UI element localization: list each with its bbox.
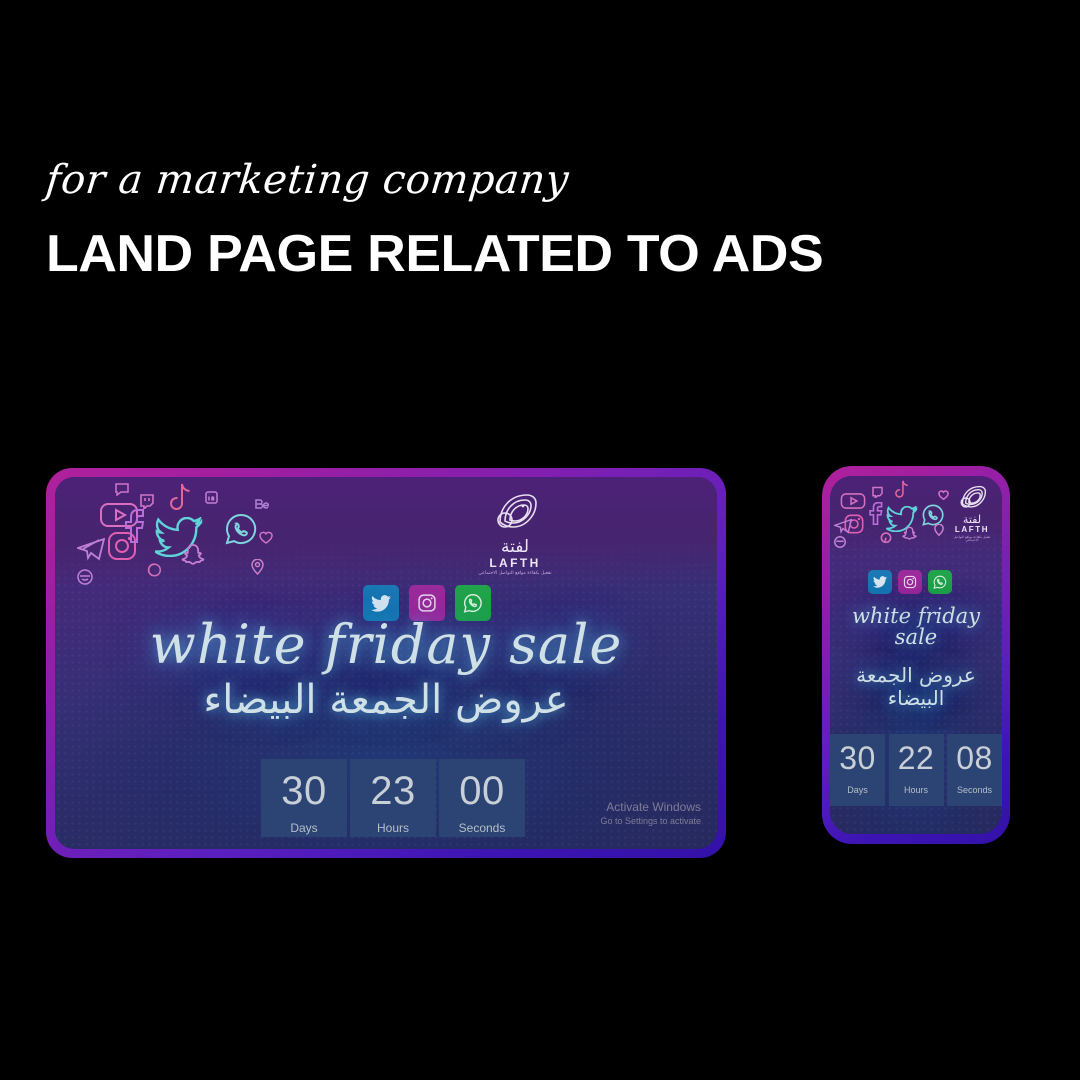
whatsapp-phone-icon [933,575,947,589]
reddit-icon [834,536,846,548]
countdown-seconds-value: 08 [956,740,993,776]
countdown-timer: 30 Days 23 Hours 00 Seconds [261,759,525,837]
snapchat-icon [902,526,917,540]
countdown-days-value: 30 [281,769,327,813]
whatsapp-button[interactable] [928,570,952,594]
snapchat-icon [181,544,205,565]
brand-arabic-name: لفتة [500,537,530,557]
desktop-header-band: لفتة LAFTH تفعيل بكفاءة مواقع التواصل ال… [55,477,717,587]
tiktok-icon [170,483,190,510]
countdown-seconds-label: Seconds [458,821,506,835]
instagram-button[interactable] [898,570,922,594]
watermark-subtitle: Go to Settings to activate [600,815,701,826]
windows-activation-watermark: Activate Windows Go to Settings to activ… [600,799,701,827]
countdown-seconds: 00 Seconds [439,759,525,837]
twitch-icon [872,486,883,498]
hero-headline-ar: عروض الجمعة البيضاء [203,677,569,723]
brand-logo-mobile: لفتة LAFTH تفعيل بكفاءة مواقع التواصل ال… [948,484,996,542]
swirl-wave-logo-icon [497,494,537,528]
hero-headline-en-mobile: white friday sale [851,604,981,650]
linkedin-icon [205,491,218,504]
poster-main-title: LAND PAGE RELATED TO ADS [46,225,824,283]
brand-tagline: تفعيل بكفاءة مواقع التواصل الاجتماعي [478,571,552,576]
countdown-hours-label: Hours [903,785,928,795]
desktop-screen: لفتة LAFTH تفعيل بكفاءة مواقع التواصل ال… [55,477,717,849]
social-doodle-background [55,477,717,587]
countdown-hours-label: Hours [376,821,409,835]
countdown-days: 30 Days [830,734,885,806]
reddit-icon [77,569,93,585]
countdown-days-label: Days [290,821,318,835]
whatsapp-phone-icon [463,593,482,613]
brand-latin-name: LAFTH [954,525,990,534]
countdown-hours: 23 Hours [350,759,436,837]
telegram-icon [77,537,105,561]
tiktok-icon [895,480,908,498]
countdown-hours-value: 23 [370,769,416,813]
swirl-wave-logo-icon [960,485,987,508]
watermark-title: Activate Windows [606,799,701,814]
behance-icon [255,499,269,509]
twitter-bird-icon [371,594,391,612]
facebook-icon [869,502,883,525]
brand-logo: لفتة LAFTH تفعيل بكفاءة مواقع التواصل ال… [477,491,553,577]
brand-arabic-name: لفتة [962,513,982,526]
youtube-icon [840,493,866,509]
brand-latin-name: LAFTH [489,556,541,570]
instagram-camera-icon [903,575,917,589]
desktop-mockup-frame: لفتة LAFTH تفعيل بكفاءة مواقع التواصل ال… [46,468,726,858]
hero-headline-en: white friday sale [149,613,623,676]
twitch-icon [140,494,154,509]
location-pin-icon [251,559,264,575]
hero-headline-ar-mobile: عروض الجمعة البيضاء [856,663,976,710]
whatsapp-icon [922,504,944,526]
mobile-header-band: لفتة LAFTH تفعيل بكفاءة مواقع التواصل ال… [830,476,1002,554]
pinterest-icon [880,532,892,544]
countdown-days: 30 Days [261,759,347,837]
mobile-mockup-frame: لفتة LAFTH تفعيل بكفاءة مواقع التواصل ال… [822,466,1010,844]
mobile-screen: لفتة LAFTH تفعيل بكفاءة مواقع التواصل ال… [830,476,1002,834]
poster-heading: for a marketing company LAND PAGE RELATE… [43,157,946,280]
pinterest-icon [147,563,162,577]
countdown-seconds: 08 Seconds [947,734,1002,806]
social-button-row-mobile [868,570,952,594]
brand-tagline: تفعيل بكفاءة مواقع التواصل الاجتماعي [953,535,991,543]
telegram-icon [834,518,852,534]
countdown-timer-mobile: 30 Days 22 Hours 08 Seconds [830,734,1002,806]
facebook-icon [125,509,145,543]
chat-bubble-icon [115,483,129,496]
twitter-bird-icon [873,576,887,588]
countdown-seconds-value: 00 [459,769,505,813]
poster-script-subtitle: for a marketing company [43,157,572,203]
location-pin-icon [934,524,944,536]
countdown-hours: 22 Hours [888,734,944,806]
twitter-button[interactable] [868,570,892,594]
countdown-seconds-label: Seconds [956,785,993,795]
whatsapp-icon [225,513,257,545]
heart-icon [259,531,273,544]
countdown-days-value: 30 [839,740,876,776]
countdown-days-label: Days [847,785,868,795]
instagram-camera-icon [418,594,436,612]
countdown-hours-value: 22 [897,740,935,776]
